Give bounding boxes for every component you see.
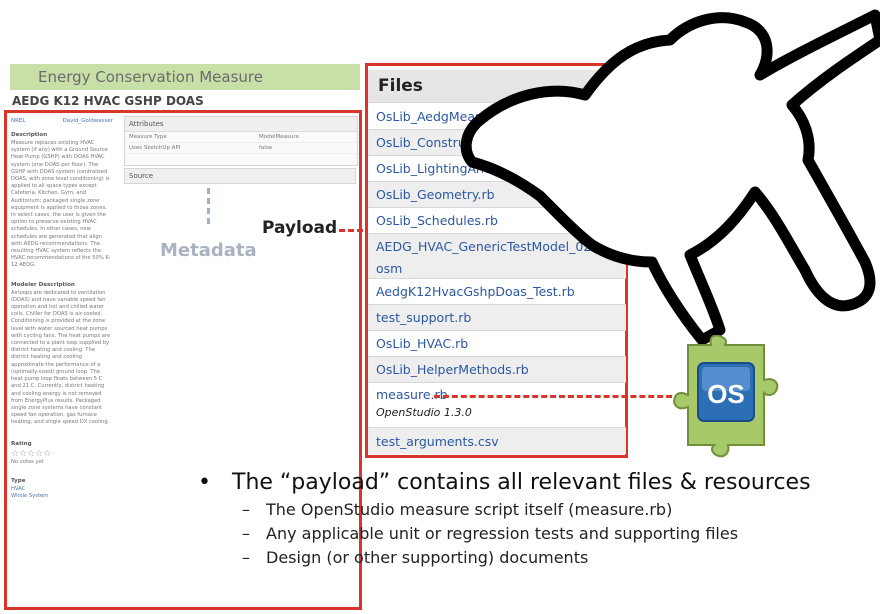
os-logo-text: OS: [707, 379, 745, 409]
attribute-value: false: [259, 145, 273, 151]
votes-text: No votes yet: [11, 458, 44, 465]
rating-heading: Rating: [11, 440, 32, 447]
authors-row: NREL David_Goldwasser: [11, 118, 113, 124]
body-outline-icon: [460, 9, 880, 345]
dash-icon: –: [242, 500, 250, 519]
file-link-measure[interactable]: measure.rb: [368, 382, 626, 427]
openstudio-puzzle-icon: OS: [673, 335, 779, 458]
attribute-row: Uses SketchUp API false: [125, 143, 357, 154]
dash-icon: –: [242, 524, 250, 543]
metadata-label: Metadata: [160, 240, 257, 261]
metadata-connector: [207, 188, 210, 224]
type-link-hvac[interactable]: HVAC: [11, 486, 113, 493]
bullet-main-text: The “payload” contains all relevant file…: [232, 470, 811, 495]
star-rating[interactable]: ☆☆☆☆☆: [11, 449, 113, 459]
attributes-panel: Attributes Measure Type ModelMeasure Use…: [124, 116, 358, 166]
attributes-title: Attributes: [125, 117, 357, 132]
attribute-key: Uses SketchUp API: [129, 145, 181, 151]
author-link-user[interactable]: David_Goldwasser: [62, 118, 113, 124]
attribute-value: ModelMeasure: [259, 134, 299, 140]
bullet-dot-icon: •: [198, 470, 211, 495]
sub-bullet-text: Design (or other supporting) documents: [266, 548, 589, 567]
file-link[interactable]: test_arguments.csv: [368, 427, 626, 454]
measure-title: AEDG K12 HVAC GSHP DOAS: [12, 94, 204, 108]
sub-bullet: – Design (or other supporting) documents: [242, 548, 878, 567]
modeler-description-heading: Modeler Description: [11, 281, 75, 288]
source-panel[interactable]: Source: [124, 168, 356, 184]
sub-bullet: – The OpenStudio measure script itself (…: [242, 500, 878, 519]
sub-bullet: – Any applicable unit or regression test…: [242, 524, 878, 543]
modeler-description-text: Airloops are dedicated to ventilation (D…: [11, 289, 111, 426]
author-link-nrel[interactable]: NREL: [11, 118, 25, 124]
dash-icon: –: [242, 548, 250, 567]
payload-label: Payload: [262, 218, 338, 238]
bullet-main: • The “payload” contains all relevant fi…: [198, 470, 878, 495]
ecm-banner: Energy Conservation Measure: [10, 64, 360, 90]
file-link[interactable]: OsLib_HelperMethods.rb: [368, 356, 626, 382]
sub-bullet-text: Any applicable unit or regression tests …: [266, 524, 739, 543]
type-heading: Type: [11, 477, 26, 484]
description-heading: Description: [11, 132, 48, 138]
sub-bullet-text: The OpenStudio measure script itself (me…: [266, 500, 673, 519]
openstudio-version: OpenStudio 1.3.0: [376, 406, 472, 419]
attribute-key: Measure Type: [129, 134, 167, 140]
bullet-list: • The “payload” contains all relevant fi…: [198, 470, 878, 567]
metadata-column: NREL David_Goldwasser Description Measur…: [11, 118, 113, 608]
description-text: Measure replaces existing HVAC system (i…: [11, 140, 111, 269]
measure-connector: [434, 395, 690, 398]
type-link-whole-system[interactable]: Whole System: [11, 493, 113, 500]
attribute-row: Measure Type ModelMeasure: [125, 132, 357, 143]
payload-connector: [339, 229, 363, 232]
